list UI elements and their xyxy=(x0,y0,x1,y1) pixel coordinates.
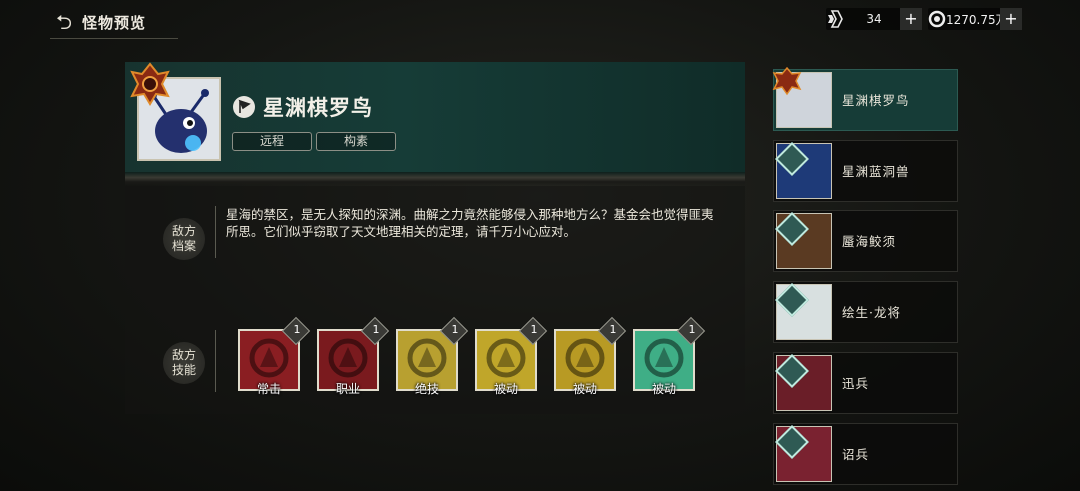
monster-list-name: 迅兵 xyxy=(842,376,870,391)
skill-level: 1 xyxy=(372,323,380,336)
monster-list-item[interactable]: 蜃海鲛须 xyxy=(773,210,958,272)
skill-label: 被动 xyxy=(572,382,597,396)
monster-list-item[interactable]: 星渊棋罗鸟 xyxy=(772,66,958,131)
torn-edge-divider xyxy=(125,172,745,186)
monster-list-item[interactable]: 绘生·龙将 xyxy=(773,281,958,343)
boss-crest-icon xyxy=(130,62,170,106)
skill-slot[interactable]: 1 绝技 xyxy=(396,316,469,396)
skill-slot[interactable]: 1 被动 xyxy=(554,316,627,396)
skill-level: 1 xyxy=(293,323,301,336)
skill-level: 1 xyxy=(530,323,538,336)
crystal-currency: 34 + xyxy=(826,8,922,30)
skill-level: 1 xyxy=(451,323,459,336)
monster-list-item[interactable]: 诏兵 xyxy=(773,423,958,485)
top-bar: ⮌ 怪物预览 34 + 1270.75万 + xyxy=(0,0,1080,44)
monster-list-name: 蜃海鲛须 xyxy=(842,234,897,249)
skill-level: 1 xyxy=(609,323,617,336)
coin-icon xyxy=(928,10,946,28)
skill-label: 常击 xyxy=(256,382,281,396)
skill-slot[interactable]: 1 职业 xyxy=(317,316,390,396)
monster-list-name: 星渊棋罗鸟 xyxy=(842,93,910,108)
crystal-icon xyxy=(828,10,843,28)
section-divider xyxy=(215,206,216,258)
monster-name: 星渊棋罗鸟 xyxy=(263,95,373,120)
skill-level: 1 xyxy=(688,323,696,336)
skill-label: 被动 xyxy=(651,382,676,396)
return-arrow-icon: ⮌ xyxy=(55,10,73,34)
page-title: 怪物预览 xyxy=(82,13,147,32)
flag-icon xyxy=(233,96,255,118)
section-divider xyxy=(215,330,216,392)
skills-section-label: 敌方技能 xyxy=(163,342,205,384)
skill-slot[interactable]: 1 被动 xyxy=(633,316,706,396)
skill-label: 职业 xyxy=(335,382,360,396)
monster-list-name: 绘生·龙将 xyxy=(842,305,901,320)
skill-slot[interactable]: 1 常击 xyxy=(238,316,311,396)
crystal-count: 34 xyxy=(866,12,882,26)
profile-section-label: 敌方档案 xyxy=(163,218,205,260)
coin-count: 1270.75万 xyxy=(946,12,1000,27)
monster-description: 星海的禁区，是无人探知的深渊。曲解之力竟然能够侵入那种地方么？基金会也觉得匪夷所… xyxy=(226,207,714,239)
tag-race: 构素 xyxy=(316,132,396,151)
monster-list-item[interactable]: 迅兵 xyxy=(773,352,958,414)
skill-label: 被动 xyxy=(493,382,518,396)
skill-label: 绝技 xyxy=(414,382,439,396)
add-crystal-button[interactable]: + xyxy=(900,8,922,30)
back-button[interactable]: ⮌ 怪物预览 xyxy=(50,6,178,39)
monster-list-name: 星渊蓝洞兽 xyxy=(842,164,910,179)
skill-slot[interactable]: 1 被动 xyxy=(475,316,548,396)
monster-list-name: 诏兵 xyxy=(842,447,870,462)
boss-crest-icon xyxy=(772,66,802,96)
tag-range: 远程 xyxy=(232,132,312,151)
add-coin-button[interactable]: + xyxy=(1000,8,1022,30)
coin-currency: 1270.75万 + xyxy=(928,8,1022,30)
monster-list-item[interactable]: 星渊蓝洞兽 xyxy=(773,140,958,202)
monster-name-row: 星渊棋罗鸟 xyxy=(233,93,373,121)
